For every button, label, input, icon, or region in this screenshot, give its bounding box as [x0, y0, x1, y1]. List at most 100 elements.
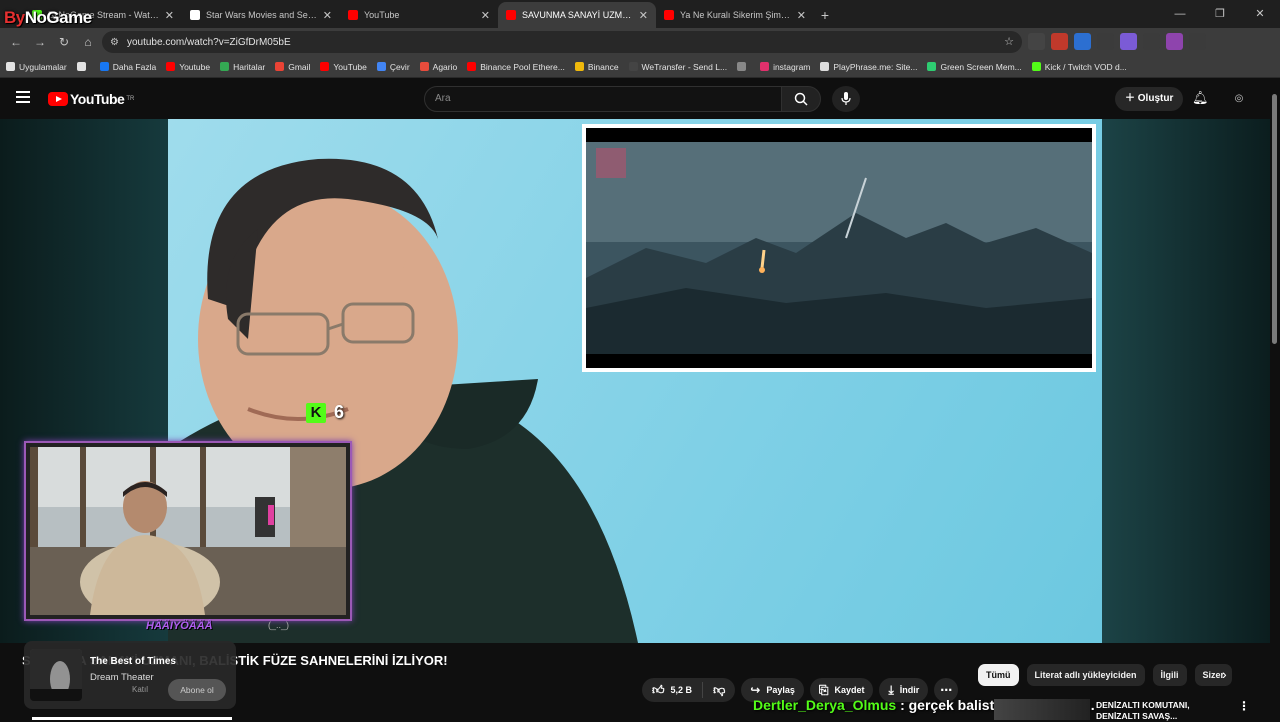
extension-icon-1[interactable]: [1051, 33, 1068, 50]
extension-icon-6[interactable]: [1166, 33, 1183, 50]
browser-tab-2[interactable]: YouTube ✕: [340, 2, 498, 28]
tab-close-icon[interactable]: ✕: [797, 9, 806, 22]
suggested-video-title[interactable]: DENİZALTI KOMUTANI, DENİZALTI SAVAŞ...: [1096, 700, 1190, 722]
search-button[interactable]: [781, 86, 821, 112]
search-input[interactable]: Ara: [424, 86, 782, 112]
join-link[interactable]: Katıl: [132, 685, 148, 694]
bookmark-favicon-icon: [737, 62, 747, 71]
forward-button[interactable]: →: [28, 35, 52, 49]
thumbs-up-icon: 👍︎: [652, 682, 665, 697]
bookmark-item[interactable]: Agario: [419, 62, 457, 72]
bookmark-favicon-icon: [628, 62, 638, 71]
bookmark-favicon-icon: [220, 62, 230, 71]
bookmark-item[interactable]: PlayPhrase.me: Site...: [820, 62, 917, 72]
youtube-play-icon: [48, 92, 68, 106]
bookmark-item[interactable]: instagram: [760, 62, 810, 72]
bookmark-label: WeTransfer - Send L...: [641, 61, 728, 72]
bookmark-favicon-icon: [320, 62, 330, 71]
bookmark-item[interactable]: Youtube: [166, 62, 210, 72]
tab-strip: ByNoGame Stream - Watch Live✕Star Wars M…: [0, 0, 1280, 28]
extension-icon-7[interactable]: [1189, 33, 1206, 50]
video-ambient-right: [1102, 119, 1270, 643]
scrollbar-thumb[interactable]: [1272, 94, 1277, 344]
search-icon: [794, 92, 808, 106]
extension-icon-2[interactable]: [1074, 33, 1091, 50]
chevron-right-icon[interactable]: ›: [1222, 666, 1227, 682]
suggested-video[interactable]: DENİZALTI KOMUTANI, DENİZALTI SAVAŞ... ⋮: [994, 699, 1270, 722]
extension-icon-0[interactable]: [1028, 33, 1045, 50]
streamer-webcam: [24, 441, 352, 622]
like-button[interactable]: 👍︎ 5,2 B: [642, 682, 704, 698]
extension-icons: [1028, 33, 1206, 50]
bookmark-label: Green Screen Mem...: [940, 61, 1022, 72]
youtube-logo[interactable]: YouTube TR: [48, 91, 134, 107]
song-title: The Best of Times: [90, 656, 176, 667]
chat-username: Dertler_Derya_Olmus: [753, 697, 897, 713]
song-artist: Dream Theater: [90, 672, 154, 683]
tab-close-icon[interactable]: ✕: [323, 9, 332, 22]
filter-chip[interactable]: Tümü: [978, 664, 1019, 686]
bookmark-label: Çevir: [389, 61, 410, 72]
bookmark-favicon-icon: [467, 62, 477, 71]
bookmark-item[interactable]: Binance: [574, 61, 619, 72]
browser-tab-4[interactable]: Ya Ne Kuralı Sikerim Şimdi Kura... ✕: [656, 2, 814, 28]
browser-tab-1[interactable]: Star Wars Movies and Series Vi... ✕: [182, 2, 340, 28]
bookmark-label: Binance: [587, 61, 619, 72]
suggested-video-menu-icon[interactable]: ⋮: [1238, 699, 1250, 713]
bookmark-label: Daha Fazla: [112, 61, 157, 72]
close-window-button[interactable]: ✕: [1240, 0, 1280, 28]
filter-chip[interactable]: İlgili: [1152, 664, 1187, 686]
bookmark-item[interactable]: Binance Pool Ethere...: [467, 62, 565, 72]
create-button[interactable]: ＋ Oluştur: [1115, 87, 1184, 111]
bookmark-item[interactable]: YouTube: [320, 62, 367, 72]
extension-icon-5[interactable]: [1143, 33, 1160, 50]
bookmark-item[interactable]: Uygulamalar: [6, 62, 67, 72]
subscribe-button[interactable]: Abone ol: [168, 679, 226, 701]
bookmark-item[interactable]: Haritalar: [220, 62, 265, 72]
bookmark-label: PlayPhrase.me: Site...: [833, 61, 918, 72]
share-icon: ↪: [750, 683, 761, 697]
download-icon: ⤓: [888, 682, 894, 697]
bookmark-item[interactable]: Çevir: [376, 61, 410, 72]
bookmark-favicon-icon: [760, 62, 770, 71]
dislike-button[interactable]: 👎︎: [703, 683, 735, 698]
reload-button[interactable]: ↻: [52, 35, 76, 49]
extension-icon-3[interactable]: [1097, 33, 1114, 50]
new-tab-button[interactable]: +: [814, 2, 836, 28]
mountain-scene: [586, 128, 1092, 368]
home-button[interactable]: ⌂: [76, 35, 100, 49]
extension-icon-4[interactable]: [1120, 33, 1137, 50]
plus-icon: ＋: [1125, 93, 1138, 104]
page-scrollbar[interactable]: [1271, 84, 1277, 720]
site-info-icon[interactable]: ⚙: [110, 37, 119, 48]
menu-icon[interactable]: [16, 91, 30, 106]
bookmark-item[interactable]: Green Screen Mem...: [927, 61, 1022, 72]
bookmark-item[interactable]: WeTransfer - Send L...: [628, 61, 728, 72]
like-dislike-group: 👍︎ 5,2 B 👎︎: [642, 678, 736, 702]
minimize-button[interactable]: —: [1160, 0, 1200, 28]
suggested-video-thumbnail[interactable]: [994, 699, 1090, 720]
bookmark-favicon-icon: [99, 62, 109, 71]
browser-tab-3[interactable]: SAVUNMA SANAYİ UZMANI ✕: [498, 2, 656, 28]
bookmark-favicon-icon: [574, 62, 584, 71]
tab-close-icon[interactable]: ✕: [481, 9, 490, 22]
bookmark-item[interactable]: Kick / Twitch VOD d...: [1031, 62, 1127, 72]
avatar[interactable]: ◎: [1228, 89, 1250, 109]
bookmark-item[interactable]: Gmail: [275, 62, 310, 72]
bookmark-label: Uygulamalar: [19, 61, 67, 72]
url-field[interactable]: ⚙ youtube.com/watch?v=ZiGfDrM05bE ☆: [102, 31, 1022, 53]
tab-close-icon[interactable]: ✕: [165, 9, 174, 22]
bookmark-item[interactable]: Daha Fazla: [99, 61, 157, 72]
restore-button[interactable]: ❐: [1200, 0, 1240, 28]
tab-title: SAVUNMA SANAYİ UZMANI: [522, 10, 633, 20]
bookmark-star-icon[interactable]: ☆: [1004, 35, 1014, 48]
bookmark-item[interactable]: [76, 62, 90, 71]
notifications-bell-icon[interactable]: 🔔︎: [1192, 90, 1209, 106]
bookmark-favicon-icon: [275, 62, 285, 71]
bookmark-item[interactable]: [737, 62, 750, 71]
tab-title: Ya Ne Kuralı Sikerim Şimdi Kura...: [680, 10, 791, 20]
back-button[interactable]: ←: [4, 35, 28, 49]
filter-chip[interactable]: Literat adlı yükleyiciden: [1026, 664, 1145, 686]
tab-close-icon[interactable]: ✕: [639, 9, 648, 22]
voice-search-button[interactable]: [832, 86, 860, 112]
